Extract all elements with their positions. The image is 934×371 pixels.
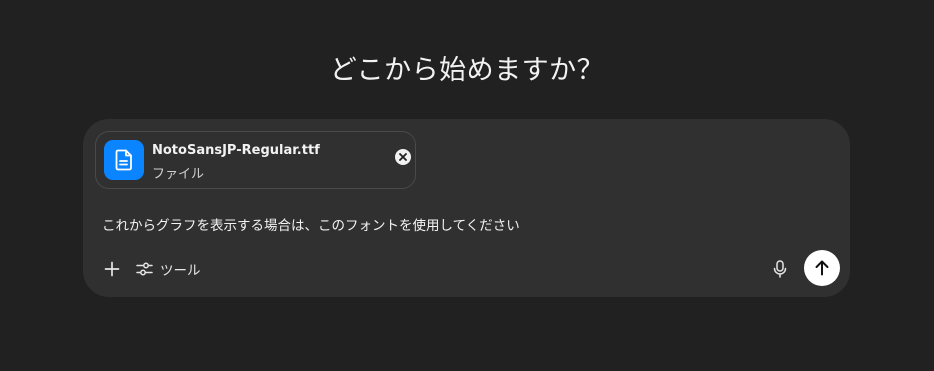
attachment-file-type: ファイル: [152, 167, 205, 182]
plus-icon: [104, 261, 120, 277]
attachment-card[interactable]: NotoSansJP-Regular.ttf ファイル: [95, 131, 416, 189]
tools-label: ツール: [160, 263, 201, 279]
chat-start-page: どこから始めますか？ NotoSansJP-Regular.ttf ファイル こ…: [0, 0, 934, 371]
close-icon: [399, 153, 407, 161]
send-button[interactable]: [804, 250, 840, 286]
sliders-icon: [136, 262, 153, 276]
prompt-input[interactable]: これからグラフを表示する場合は、このフォントを使用してください: [102, 214, 520, 234]
remove-attachment-button[interactable]: [395, 149, 411, 165]
voice-input-button[interactable]: [770, 258, 790, 280]
add-attachment-button[interactable]: [101, 258, 123, 280]
page-heading: どこから始めますか？: [329, 55, 605, 86]
tools-button[interactable]: ツール: [136, 258, 201, 280]
arrow-up-icon: [815, 260, 829, 276]
message-composer[interactable]: NotoSansJP-Regular.ttf ファイル これからグラフを表示する…: [83, 119, 850, 297]
microphone-icon: [773, 260, 787, 278]
attachment-file-name: NotoSansJP-Regular.ttf: [152, 143, 320, 158]
file-icon: [104, 140, 144, 180]
